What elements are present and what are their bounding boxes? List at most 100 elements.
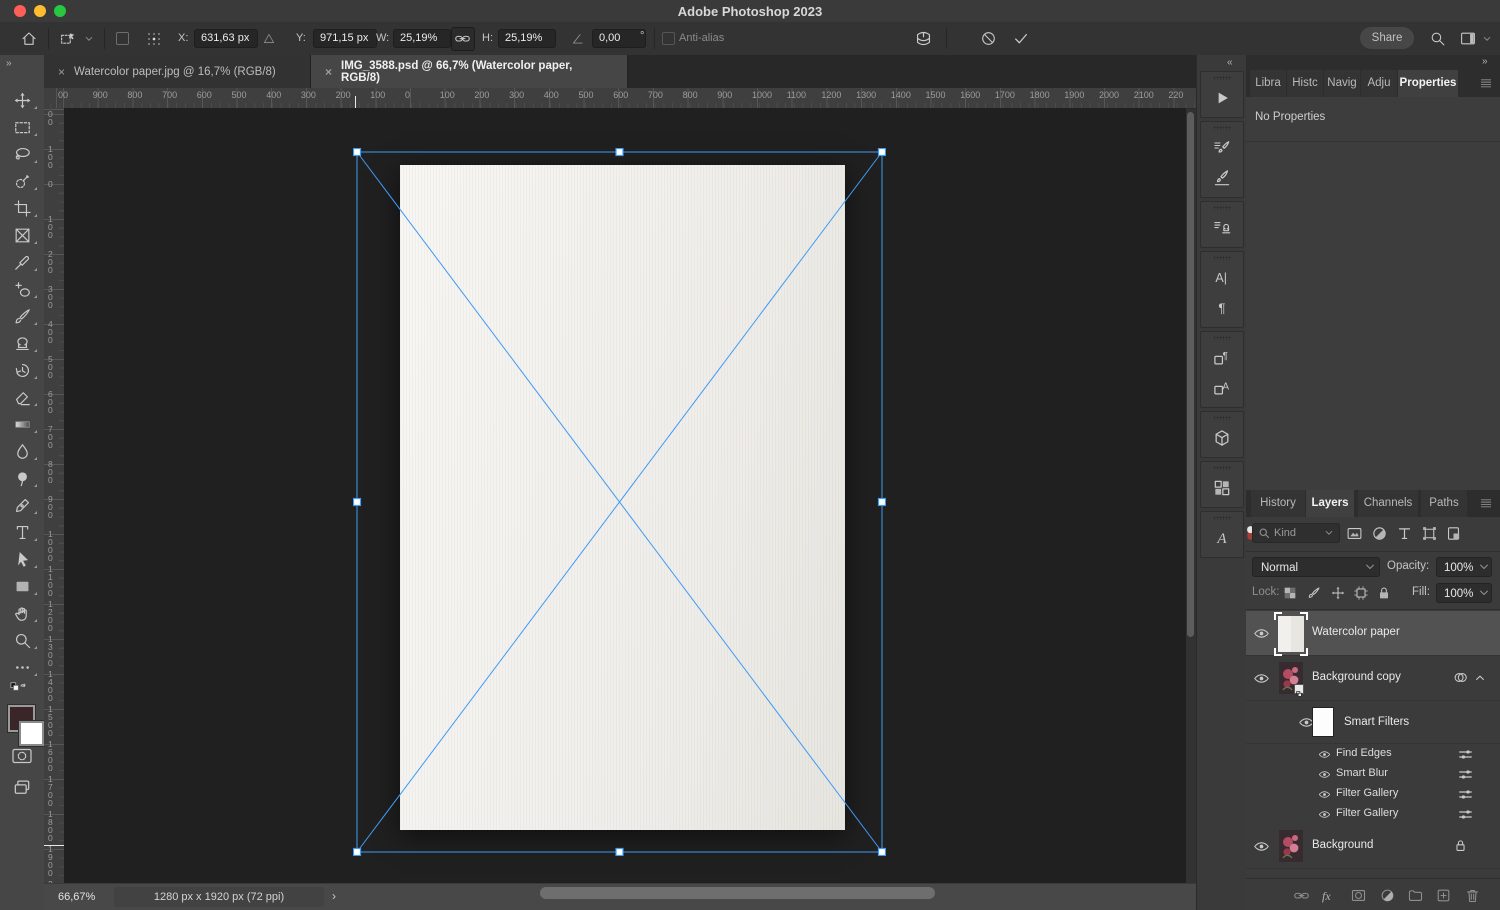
chevron-down-icon[interactable] (1482, 34, 1492, 44)
visibility-eye-icon[interactable] (1253, 625, 1270, 642)
filter-blending-options-icon[interactable] (1458, 747, 1473, 762)
drag-handle[interactable] (1213, 516, 1231, 520)
document-info[interactable]: 1280 px x 1920 px (72 ppi) (114, 887, 324, 907)
panel-button-character-styles[interactable]: A (1201, 373, 1243, 403)
dock-collapse-button[interactable]: » (1482, 56, 1488, 67)
filter-shape-layers-icon[interactable] (1421, 525, 1438, 542)
layer-row[interactable]: Watercolor paper (1246, 611, 1500, 656)
layer-name[interactable]: Background (1312, 839, 1373, 851)
delete-layer-button[interactable] (1464, 887, 1481, 904)
filter-blending-options-icon[interactable] (1458, 807, 1473, 822)
clone-stamp-tool[interactable] (0, 330, 44, 357)
move-tool[interactable] (0, 87, 44, 114)
reference-point-grid-icon[interactable] (146, 31, 162, 47)
tab-properties[interactable]: Properties (1398, 70, 1458, 97)
tab-paths[interactable]: Paths (1421, 490, 1467, 517)
panel-button-character[interactable]: A| (1201, 263, 1243, 293)
screen-mode-icon[interactable] (11, 777, 33, 797)
blend-mode-dropdown[interactable]: Normal (1252, 557, 1380, 577)
horizontal-scrollbar[interactable] (540, 887, 935, 899)
y-value-input[interactable]: 971,15 px (313, 29, 377, 48)
visibility-eye-icon[interactable] (1318, 748, 1331, 761)
history-brush-tool[interactable] (0, 357, 44, 384)
filter-blending-options-icon[interactable] (1458, 787, 1473, 802)
lock-position-icon[interactable] (1330, 585, 1346, 601)
type-tool[interactable] (0, 519, 44, 546)
background-color-swatch[interactable] (19, 721, 44, 746)
hand-tool[interactable] (0, 600, 44, 627)
visibility-eye-icon[interactable] (1318, 788, 1331, 801)
panel-button-brushes[interactable] (1201, 163, 1243, 193)
angle-value-input[interactable]: 0,00 (592, 29, 646, 48)
transform-tool-icon[interactable] (58, 30, 78, 48)
edit-toolbar[interactable] (0, 654, 44, 681)
swap-colors-icon[interactable] (8, 679, 28, 697)
tab-histc[interactable]: Histc (1287, 70, 1323, 97)
dodge-tool[interactable] (0, 465, 44, 492)
strip-collapse-button[interactable]: « (1227, 57, 1233, 68)
tab-layers[interactable]: Layers (1306, 490, 1354, 517)
x-value-input[interactable]: 631,63 px (194, 29, 258, 48)
status-chevron-icon[interactable]: › (332, 889, 336, 903)
panel-menu-icon[interactable] (1478, 496, 1494, 510)
drag-handle[interactable] (1213, 466, 1231, 470)
layer-row[interactable]: Background (1246, 824, 1500, 869)
warp-mode-icon[interactable] (914, 29, 933, 48)
lock-image-pixels-icon[interactable] (1306, 585, 1322, 601)
filter-smart-objects-icon[interactable] (1445, 525, 1462, 542)
layer-name[interactable]: Smart Filters (1344, 716, 1409, 728)
lock-artboard-icon[interactable] (1353, 585, 1369, 601)
tab-history[interactable]: History (1251, 490, 1305, 517)
visibility-eye-icon[interactable] (1253, 838, 1270, 855)
search-icon[interactable] (1429, 30, 1446, 47)
workspace-switcher-icon[interactable] (1459, 30, 1477, 47)
object-selection-tool[interactable] (0, 168, 44, 195)
drag-handle[interactable] (1213, 416, 1231, 420)
toolbar-collapse-button[interactable]: » (6, 58, 12, 69)
anti-alias-checkbox[interactable] (662, 32, 675, 45)
visibility-eye-icon[interactable] (1318, 768, 1331, 781)
link-layers-button[interactable] (1293, 887, 1310, 904)
eraser-tool[interactable] (0, 384, 44, 411)
document-tab[interactable]: × IMG_3588.psd @ 66,7% (Watercolor paper,… (311, 55, 628, 88)
layer-row[interactable]: Background copy (1246, 656, 1500, 701)
reference-point-checkbox[interactable] (116, 32, 129, 45)
layer-filter-kind-dropdown[interactable]: Kind (1252, 523, 1340, 543)
layer-effects-button[interactable]: fx (1322, 889, 1339, 906)
smart-filter-row[interactable]: Filter Gallery (1246, 804, 1500, 824)
healing-brush-tool[interactable] (0, 276, 44, 303)
layer-thumbnail[interactable] (1312, 707, 1334, 737)
panel-button-brush-settings[interactable] (1201, 133, 1243, 163)
pen-tool[interactable] (0, 492, 44, 519)
smart-filter-row[interactable]: Filter Gallery (1246, 784, 1500, 804)
filter-adjustment-layers-icon[interactable] (1371, 525, 1388, 542)
layer-row[interactable]: Smart Filters (1246, 701, 1500, 744)
panel-menu-icon[interactable] (1478, 76, 1494, 90)
panel-button-clone-source[interactable] (1201, 213, 1243, 243)
panel-button-threed[interactable] (1201, 423, 1243, 453)
document-tab[interactable]: × Watercolor paper.jpg @ 16,7% (RGB/8) (44, 55, 311, 88)
layer-name[interactable]: Watercolor paper (1312, 626, 1400, 638)
panel-button-paragraph[interactable]: ¶ (1201, 293, 1243, 323)
panel-button-paragraph-styles[interactable]: ¶ (1201, 343, 1243, 373)
cancel-transform-icon[interactable] (980, 30, 997, 47)
panel-button-actions-play[interactable] (1201, 83, 1243, 113)
collapse-smart-filters-icon[interactable] (1474, 672, 1486, 684)
free-transform-overlay[interactable] (353, 148, 886, 856)
lock-transparent-pixels-icon[interactable] (1282, 585, 1298, 601)
lasso-tool[interactable] (0, 141, 44, 168)
filter-blending-options-icon[interactable] (1458, 767, 1473, 782)
tab-channels[interactable]: Channels (1358, 490, 1418, 517)
tab-libra[interactable]: Libra (1250, 70, 1286, 97)
tab-close-icon[interactable]: × (325, 65, 332, 79)
w-value-input[interactable]: 25,19% (393, 29, 451, 48)
tab-adju[interactable]: Adju (1361, 70, 1397, 97)
path-selection-tool[interactable] (0, 546, 44, 573)
home-icon[interactable] (20, 30, 38, 48)
drag-handle[interactable] (1213, 336, 1231, 340)
layer-thumbnail[interactable] (1279, 830, 1303, 862)
vertical-ruler[interactable]: 0 0 1 0 0 0 1 0 0 2 0 0 3 0 0 4 0 0 5 0 0 6 0 0 7… (44, 108, 65, 910)
h-value-input[interactable]: 25,19% (498, 29, 556, 48)
horizontal-ruler[interactable]: 00 900 800 700 600 500 400 300 200 100 0 100 200 300 4… (44, 88, 1196, 109)
new-layer-button[interactable] (1435, 887, 1452, 904)
